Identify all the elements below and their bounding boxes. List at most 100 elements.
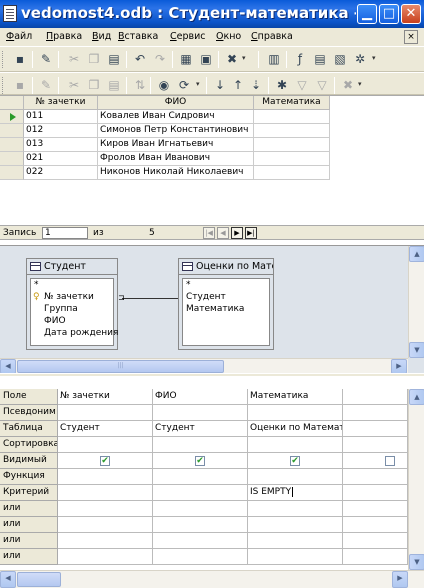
design-view-icon[interactable]: ▣ <box>198 52 214 67</box>
criteria-cell[interactable] <box>153 501 248 517</box>
scroll-right-button[interactable]: ▶ <box>392 571 408 588</box>
run-query-icon[interactable]: ▦ <box>178 52 194 67</box>
copy-icon[interactable]: ❐ <box>86 78 102 93</box>
criteria-cell[interactable] <box>248 437 343 453</box>
table-row[interactable]: 012 Симонов Петр Константинович <box>0 124 424 138</box>
clear-query-icon[interactable]: ✖ <box>224 52 240 67</box>
row-selector[interactable] <box>0 166 24 180</box>
criteria-cell[interactable] <box>58 485 153 501</box>
column-header[interactable]: Математика <box>254 96 330 110</box>
menu-file[interactable]: Файл <box>6 31 32 42</box>
redo-icon[interactable]: ↷ <box>152 52 168 67</box>
field-item[interactable]: Студент <box>186 292 226 302</box>
grid-cell[interactable]: 011 <box>24 110 98 124</box>
row-selector[interactable] <box>0 152 24 166</box>
criteria-cell[interactable] <box>153 533 248 549</box>
cut-icon[interactable]: ✂ <box>66 78 82 93</box>
grid-cell[interactable] <box>254 152 330 166</box>
next-record-button[interactable]: ▶ <box>231 227 243 239</box>
sort-ascending-icon[interactable]: ↓ <box>212 78 228 93</box>
grid-cell[interactable]: 012 <box>24 124 98 138</box>
criteria-cell[interactable] <box>343 469 408 485</box>
criteria-cell[interactable] <box>343 517 408 533</box>
save-icon[interactable]: ▪ <box>12 52 28 67</box>
apply-filter-icon[interactable]: ▽ <box>294 78 310 93</box>
menu-view[interactable]: Вид <box>92 31 111 42</box>
visible-checkbox[interactable]: ✔ <box>100 456 110 466</box>
criteria-cell[interactable]: Студент <box>153 421 248 437</box>
toolbar-grip[interactable] <box>2 77 5 94</box>
toolbar-grip[interactable] <box>2 51 5 68</box>
row-selector[interactable] <box>0 110 24 124</box>
functions-icon[interactable]: ƒ <box>292 52 308 67</box>
cut-icon[interactable]: ✂ <box>66 52 82 67</box>
criteria-cell[interactable] <box>343 501 408 517</box>
grid-cell[interactable]: 022 <box>24 166 98 180</box>
previous-record-button[interactable]: ◀ <box>217 227 229 239</box>
criteria-cell[interactable] <box>58 549 153 565</box>
design-horizontal-scrollbar[interactable]: ◀ ||| ▶ <box>0 358 408 374</box>
grid-cell[interactable]: Киров Иван Игнатьевич <box>98 138 254 152</box>
field-item[interactable]: * <box>186 280 191 290</box>
scroll-left-button[interactable]: ◀ <box>0 571 16 588</box>
grid-cell[interactable]: Фролов Иван Иванович <box>98 152 254 166</box>
visible-checkbox[interactable]: ✔ <box>195 456 205 466</box>
scroll-thumb[interactable]: ||| <box>17 360 224 373</box>
field-item-key[interactable]: № зачетки <box>44 292 94 302</box>
table-row[interactable]: 013 Киров Иван Игнатьевич <box>0 138 424 152</box>
table-row[interactable]: 021 Фролов Иван Иванович <box>0 152 424 166</box>
record-number-input[interactable]: 1 <box>42 227 88 239</box>
criteria-cell[interactable] <box>58 469 153 485</box>
undo-icon[interactable]: ↶ <box>132 52 148 67</box>
scroll-thumb[interactable] <box>17 572 61 587</box>
criteria-cell[interactable] <box>343 421 408 437</box>
criteria-cell[interactable] <box>153 405 248 421</box>
grid-cell[interactable]: 013 <box>24 138 98 152</box>
scroll-left-button[interactable]: ◀ <box>0 359 16 374</box>
grid-cell[interactable] <box>254 138 330 152</box>
paste-icon[interactable]: ▤ <box>106 78 122 93</box>
autofilter-sort-icon[interactable]: ⇣ <box>248 78 264 93</box>
criteria-cell[interactable] <box>58 517 153 533</box>
criteria-cell[interactable] <box>343 485 408 501</box>
criteria-cell[interactable] <box>343 549 408 565</box>
last-record-button[interactable]: ▶| <box>245 227 257 239</box>
chevron-down-icon[interactable]: ▾ <box>372 54 378 62</box>
criteria-cell[interactable] <box>248 501 343 517</box>
add-table-icon[interactable]: ▥ <box>266 52 282 67</box>
criteria-cell[interactable]: Оценки по Математ <box>248 421 343 437</box>
criteria-cell[interactable] <box>248 405 343 421</box>
criteria-cell[interactable]: Математика <box>248 389 343 405</box>
paste-icon[interactable]: ▤ <box>106 52 122 67</box>
criteria-cell[interactable] <box>153 485 248 501</box>
criteria-cell[interactable] <box>153 517 248 533</box>
criteria-vertical-scrollbar[interactable]: ▲ ▼ <box>408 389 424 570</box>
grid-corner[interactable] <box>0 96 24 110</box>
criteria-cell[interactable]: ФИО <box>153 389 248 405</box>
relation-line[interactable] <box>122 298 180 299</box>
criteria-cell[interactable] <box>248 549 343 565</box>
menu-window[interactable]: Окно <box>216 31 241 42</box>
criteria-cell[interactable] <box>58 533 153 549</box>
criteria-cell[interactable] <box>248 469 343 485</box>
scroll-up-button[interactable]: ▲ <box>409 389 424 405</box>
criteria-cell[interactable] <box>153 549 248 565</box>
save-record-icon[interactable]: ▪ <box>12 78 28 93</box>
grid-cell[interactable]: Никонов Николай Николаевич <box>98 166 254 180</box>
alias-icon[interactable]: ▧ <box>332 52 348 67</box>
distinct-values-icon[interactable]: ✲ <box>352 52 368 67</box>
table-row[interactable]: 011 Ковалев Иван Сидрович <box>0 110 424 124</box>
criteria-cell[interactable]: Студент <box>58 421 153 437</box>
table-window-grades[interactable]: Оценки по Мате * Студент Математика <box>178 258 274 350</box>
maximize-button[interactable]: □ <box>379 4 399 24</box>
minimize-button[interactable]: ▁ <box>357 4 377 24</box>
scroll-right-button[interactable]: ▶ <box>391 359 407 374</box>
criteria-cell[interactable] <box>153 437 248 453</box>
criteria-cell[interactable] <box>343 533 408 549</box>
menu-insert[interactable]: Вставка <box>118 31 158 42</box>
document-close-button[interactable]: × <box>404 30 418 44</box>
criteria-cell[interactable] <box>248 533 343 549</box>
edit-icon[interactable]: ✎ <box>38 52 54 67</box>
sort-icon[interactable]: ⇅ <box>132 78 148 93</box>
grid-cell[interactable]: Ковалев Иван Сидрович <box>98 110 254 124</box>
